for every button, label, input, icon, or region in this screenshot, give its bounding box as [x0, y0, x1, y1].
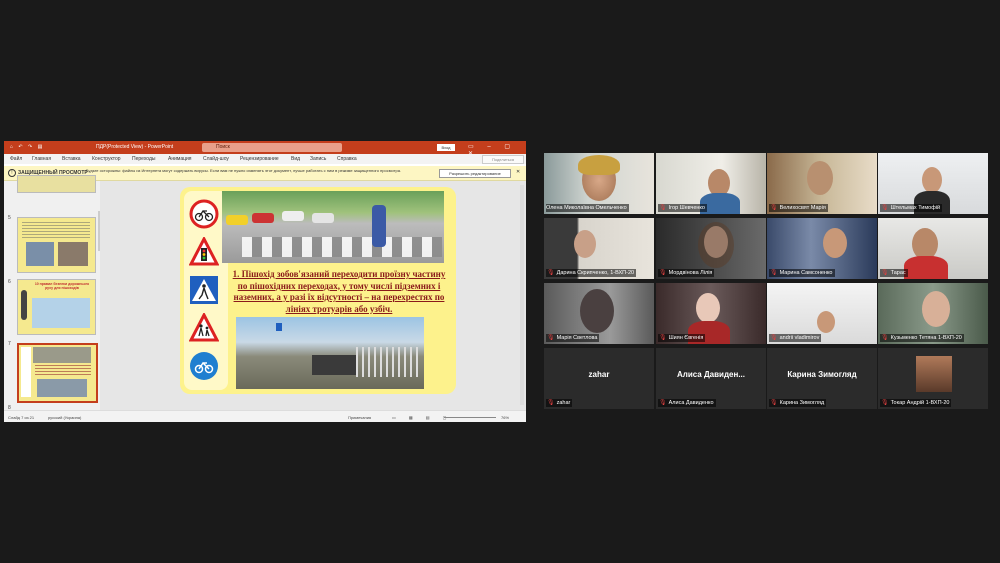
- crosswalk-photo: [222, 191, 444, 263]
- tab-home[interactable]: Главная: [32, 156, 51, 162]
- notes-button[interactable]: Примечания: [348, 415, 371, 420]
- slide-thumbnail-7-selected[interactable]: [17, 343, 98, 403]
- traffic-light-warning-icon: [189, 237, 219, 266]
- participant-name: 🎙 Мордвінова Лілія: [658, 269, 715, 277]
- slide-counter: Слайд 7 из 21: [8, 415, 35, 420]
- participant-tile[interactable]: 🎙 Мордвінова Лілія: [656, 218, 766, 279]
- participant-tile[interactable]: 🎙 Велихосвят Марія: [767, 153, 877, 214]
- slide-thumbnail-6[interactable]: 10 правил безпеки дорожнього руху для пі…: [17, 279, 96, 335]
- participant-name: 🎙 andrii vladimirov: [769, 334, 822, 342]
- tab-design[interactable]: Конструктор: [92, 156, 121, 162]
- tab-help[interactable]: Справка: [337, 156, 357, 162]
- slide-thumbnail-pane: 5 6 10 правил безпеки дорожнього руху дл…: [4, 175, 101, 411]
- ppt-ribbon-tabs: Файл Главная Вставка Конструктор Переход…: [4, 154, 526, 164]
- close-icon[interactable]: ✕: [516, 169, 520, 175]
- signin-button[interactable]: Вход: [437, 144, 455, 151]
- participant-name: 🎙 Тарас: [880, 269, 908, 277]
- slide-number: 5: [8, 215, 11, 221]
- participant-display-name: zahar: [588, 370, 610, 379]
- participant-name: 🎙 Шиян Євгенія: [658, 334, 706, 342]
- bicycle-sign-icon: [189, 199, 219, 229]
- participant-tile[interactable]: 🎙 Штельмах Тимофій: [878, 153, 988, 214]
- muted-mic-icon: 🎙: [659, 335, 667, 341]
- participant-tile[interactable]: 🎙 Кузьменко Тетяна 1-ВХП-20: [878, 283, 988, 344]
- participant-name: 🎙 zahar: [546, 399, 573, 407]
- muted-mic-icon: 🎙: [881, 205, 889, 211]
- ppt-window-title: ПДР(Protected View) - PowerPoint: [96, 144, 174, 150]
- pedestrian-crossing-sign-icon: [190, 276, 218, 304]
- ppt-title-bar: ⌂ ↶ ↷ ▤ ПДР(Protected View) - PowerPoint…: [4, 141, 526, 157]
- participant-tile[interactable]: Алиса Давиден... 🎙 Алиса Давиденко: [656, 348, 766, 409]
- info-icon: !: [8, 169, 16, 177]
- muted-mic-icon: 🎙: [547, 400, 555, 406]
- muted-mic-icon: 🎙: [770, 335, 778, 341]
- share-button[interactable]: Поделиться: [482, 155, 524, 164]
- muted-mic-icon: 🎙: [881, 270, 889, 276]
- participant-tile[interactable]: Карина Зимогляд 🎙 Карина Зимогляд: [767, 348, 877, 409]
- underpass-photo: [236, 317, 424, 389]
- slide-thumbnail-4[interactable]: [17, 175, 96, 193]
- muted-mic-icon: 🎙: [659, 400, 667, 406]
- participant-name: 🎙 Дарина Скрипченко, 1-ВХП-20: [546, 269, 637, 277]
- tab-record[interactable]: Запись: [310, 156, 326, 162]
- participant-display-name: Алиса Давиден...: [676, 370, 745, 379]
- muted-mic-icon: 🎙: [881, 400, 889, 406]
- participant-name: 🎙 Ігор Шевченко: [658, 204, 707, 212]
- participant-tile[interactable]: 🎙 Марія Светлова: [544, 283, 654, 344]
- slide-number: 7: [8, 341, 11, 347]
- muted-mic-icon: 🎙: [770, 400, 778, 406]
- muted-mic-icon: 🎙: [659, 205, 667, 211]
- muted-mic-icon: 🎙: [547, 270, 555, 276]
- participant-name: 🎙 Марина Самсоненко: [769, 269, 835, 277]
- children-warning-sign-icon: [189, 313, 219, 342]
- participant-name: 🎙 Кузьменко Тетяна 1-ВХП-20: [880, 334, 964, 342]
- participant-name: 🎙 Штельмах Тимофій: [880, 204, 943, 212]
- participant-name: 🎙 Алиса Давиденко: [658, 399, 716, 407]
- participant-name: 🎙 Токар Андрій 1-ВХП-20: [880, 399, 952, 407]
- slide-thumbnail-5[interactable]: [17, 217, 96, 273]
- tab-view[interactable]: Вид: [291, 156, 300, 162]
- participant-name: 🎙 Карина Зимогляд: [769, 399, 827, 407]
- muted-mic-icon: 🎙: [659, 270, 667, 276]
- slide-7: 1. Пішохід зобов'язаний переходити проїз…: [180, 187, 456, 394]
- participant-tile[interactable]: zahar 🎙 zahar: [544, 348, 654, 409]
- tab-animations[interactable]: Анимация: [168, 156, 191, 162]
- participant-display-name: Карина Зимогляд: [787, 370, 857, 379]
- participant-tile[interactable]: 🎙 Марина Самсоненко: [767, 218, 877, 279]
- participant-tile[interactable]: 🎙 Токар Андрій 1-ВХП-20: [878, 348, 988, 409]
- zoom-level: 76%: [501, 415, 510, 420]
- protected-view-message: Будьте осторожны: файлы из Интернета мог…: [86, 168, 402, 173]
- shared-screen-powerpoint: ⌂ ↶ ↷ ▤ ПДР(Protected View) - PowerPoint…: [4, 141, 526, 422]
- muted-mic-icon: 🎙: [770, 270, 778, 276]
- participant-tile[interactable]: 🎙 Дарина Скрипченко, 1-ВХП-20: [544, 218, 654, 279]
- muted-mic-icon: 🎙: [547, 335, 555, 341]
- participant-tile[interactable]: 🎙 Шиян Євгенія: [656, 283, 766, 344]
- tab-insert[interactable]: Вставка: [62, 156, 81, 162]
- participant-name: 🎙 Марія Светлова: [546, 334, 600, 342]
- participant-tile[interactable]: 🎙 Тарас: [878, 218, 988, 279]
- profile-avatar: [916, 356, 952, 392]
- zoom-slider[interactable]: [444, 417, 496, 418]
- search-input[interactable]: Поиск: [202, 143, 342, 152]
- participant-tile[interactable]: 🎙 Ігор Шевченко: [656, 153, 766, 214]
- bicycle-path-sign-icon: [190, 352, 218, 380]
- enable-editing-button[interactable]: Разрешить редактирование: [439, 169, 511, 178]
- participant-tile[interactable]: 🎙 andrii vladimirov: [767, 283, 877, 344]
- participant-tile[interactable]: Олена Миколаївна Омельченко: [544, 153, 654, 214]
- slide-canvas: 1. Пішохід зобов'язаний переходити проїз…: [100, 181, 526, 410]
- slide-number: 6: [8, 279, 11, 285]
- participant-name: 🎙 Велихосвят Марія: [769, 204, 828, 212]
- participant-name: Олена Миколаївна Омельченко: [546, 204, 629, 212]
- tab-transitions[interactable]: Переходы: [132, 156, 155, 162]
- ppt-status-bar: Слайд 7 из 21 русский (Украина) Примечан…: [4, 410, 526, 422]
- language-indicator: русский (Украина): [48, 415, 82, 420]
- quick-access-icons[interactable]: ⌂ ↶ ↷ ▤: [10, 144, 44, 150]
- slide-body-text: 1. Пішохід зобов'язаний переходити проїз…: [232, 269, 446, 314]
- muted-mic-icon: 🎙: [881, 335, 889, 341]
- tab-review[interactable]: Рецензирование: [240, 156, 279, 162]
- slide-scrollbar[interactable]: [520, 185, 524, 405]
- muted-mic-icon: 🎙: [770, 205, 778, 211]
- tab-slideshow[interactable]: Слайд-шоу: [203, 156, 229, 162]
- tab-file[interactable]: Файл: [10, 156, 22, 162]
